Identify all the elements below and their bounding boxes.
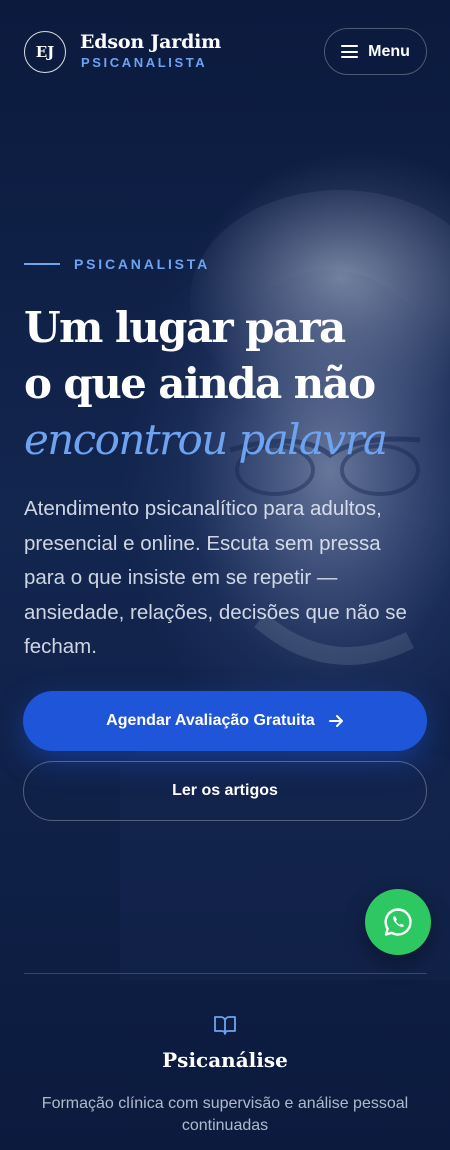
menu-button-label: Menu xyxy=(368,42,410,60)
logo-badge[interactable]: EJ xyxy=(24,31,66,73)
read-articles-button[interactable]: Ler os artigos xyxy=(23,761,427,821)
hero-lead: Atendimento psicanalítico para adultos, … xyxy=(24,497,407,658)
schedule-evaluation-label: Agendar Avaliação Gratuita xyxy=(106,712,315,729)
eyebrow-rule xyxy=(24,263,60,265)
menu-button[interactable]: Menu xyxy=(324,28,427,75)
headline-line-1: Um lugar para xyxy=(24,303,346,352)
book-icon xyxy=(214,1016,236,1035)
headline-line-2: o que ainda não xyxy=(24,359,376,408)
section-divider xyxy=(24,973,427,974)
site-header: EJ Edson Jardim PSICANALISTA Menu xyxy=(24,28,427,76)
read-articles-label: Ler os artigos xyxy=(172,782,278,799)
hero-headline: Um lugar para o que ainda não encontrou … xyxy=(24,300,434,468)
arrow-right-icon xyxy=(328,715,343,727)
brand-name[interactable]: Edson Jardim xyxy=(80,31,221,53)
brand-role: PSICANALISTA xyxy=(81,55,208,70)
eyebrow-label: PSICANALISTA xyxy=(74,256,211,272)
whatsapp-button[interactable] xyxy=(365,889,431,955)
headline-accent: encontrou palavra xyxy=(24,415,388,464)
whatsapp-icon xyxy=(384,908,412,936)
feature-title: Psicanálise xyxy=(162,1048,288,1072)
schedule-evaluation-button[interactable]: Agendar Avaliação Gratuita xyxy=(23,691,427,751)
hamburger-icon xyxy=(341,45,359,58)
feature-description: Formação clínica com supervisão e anális… xyxy=(41,1095,409,1134)
hero-eyebrow: PSICANALISTA xyxy=(24,256,210,272)
